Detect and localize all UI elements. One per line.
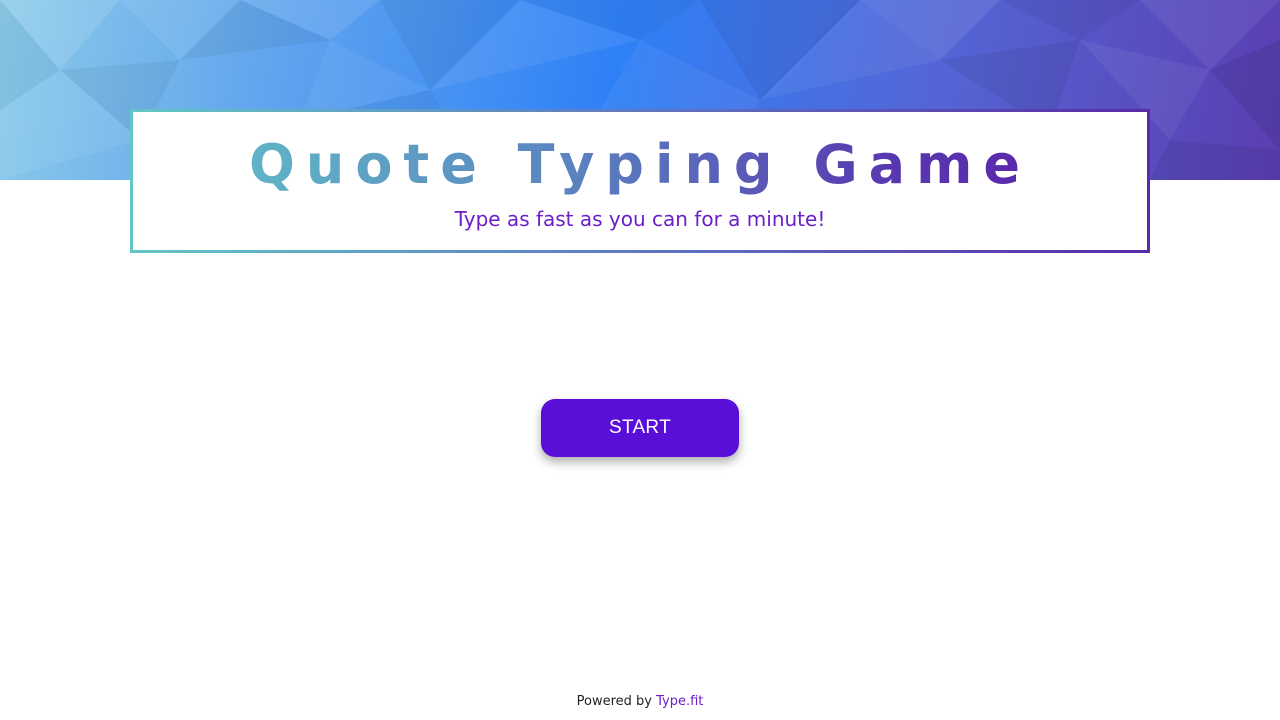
- footer-prefix: Powered by: [576, 694, 657, 709]
- typefit-link[interactable]: Type.fit: [656, 694, 703, 709]
- title-card-inner: Quote Typing Game Type as fast as you ca…: [133, 112, 1147, 250]
- start-button[interactable]: START: [541, 399, 739, 457]
- title-card: Quote Typing Game Type as fast as you ca…: [130, 109, 1150, 253]
- footer: Powered by Type.fit: [0, 694, 1280, 709]
- page-subtitle: Type as fast as you can for a minute!: [454, 207, 826, 231]
- page-title: Quote Typing Game: [133, 132, 1147, 198]
- page: Quote Typing Game Type as fast as you ca…: [0, 0, 1280, 720]
